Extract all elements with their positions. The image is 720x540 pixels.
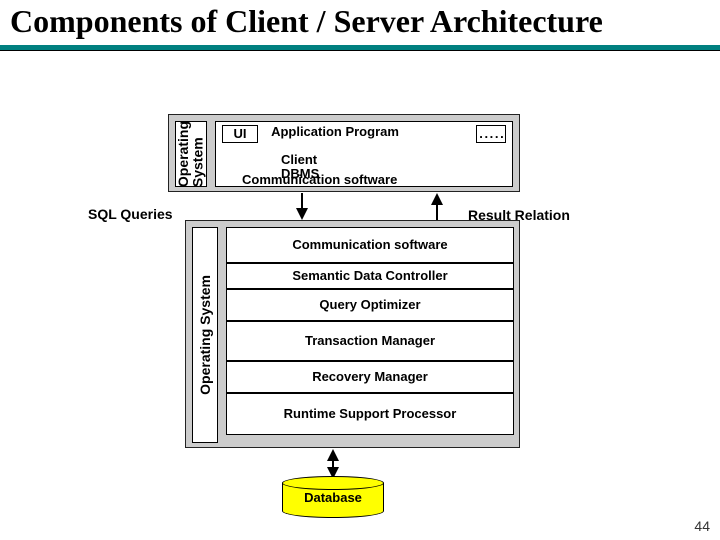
client-label: Client	[281, 152, 317, 167]
runtime-processor-label: Runtime Support Processor	[284, 407, 457, 422]
arrow-sql-down	[295, 193, 309, 220]
client-os-box: Operating System	[175, 121, 207, 187]
server-os-label: Operating System	[198, 275, 213, 395]
database-label: Database	[282, 490, 384, 505]
database-cylinder: Database	[282, 476, 384, 518]
ellipsis-box: . . . . .	[476, 125, 506, 143]
client-os-label: Operating System	[176, 121, 205, 187]
arrow-db-bidirectional	[326, 449, 340, 479]
title-underline-thin	[0, 50, 720, 51]
app-program-box: Application Program	[270, 122, 400, 155]
semantic-controller-label: Semantic Data Controller	[292, 269, 447, 284]
server-stack: Communication software Semantic Data Con…	[226, 227, 514, 443]
recovery-manager-label: Recovery Manager	[312, 370, 428, 385]
semantic-controller-box: Semantic Data Controller	[226, 263, 514, 289]
slide-title: Components of Client / Server Architectu…	[0, 0, 720, 41]
server-comm-label: Communication software	[292, 238, 447, 253]
transaction-manager-label: Transaction Manager	[305, 334, 435, 349]
query-optimizer-box: Query Optimizer	[226, 289, 514, 321]
client-block: Operating System UI Application Program …	[168, 114, 520, 192]
ui-box: UI	[222, 125, 258, 143]
runtime-processor-box: Runtime Support Processor	[226, 393, 514, 435]
arrow-result-up	[430, 193, 444, 220]
client-comm-label: Communication software	[242, 172, 397, 187]
client-content-box: UI Application Program . . . . . Client …	[215, 121, 513, 187]
query-optimizer-label: Query Optimizer	[319, 298, 420, 313]
sql-queries-label: SQL Queries	[88, 206, 173, 222]
server-os-box: Operating System	[192, 227, 218, 443]
recovery-manager-box: Recovery Manager	[226, 361, 514, 393]
transaction-manager-box: Transaction Manager	[226, 321, 514, 361]
server-block: Operating System Communication software …	[185, 220, 520, 448]
slide-number: 44	[694, 518, 710, 534]
server-comm-box: Communication software	[226, 227, 514, 263]
